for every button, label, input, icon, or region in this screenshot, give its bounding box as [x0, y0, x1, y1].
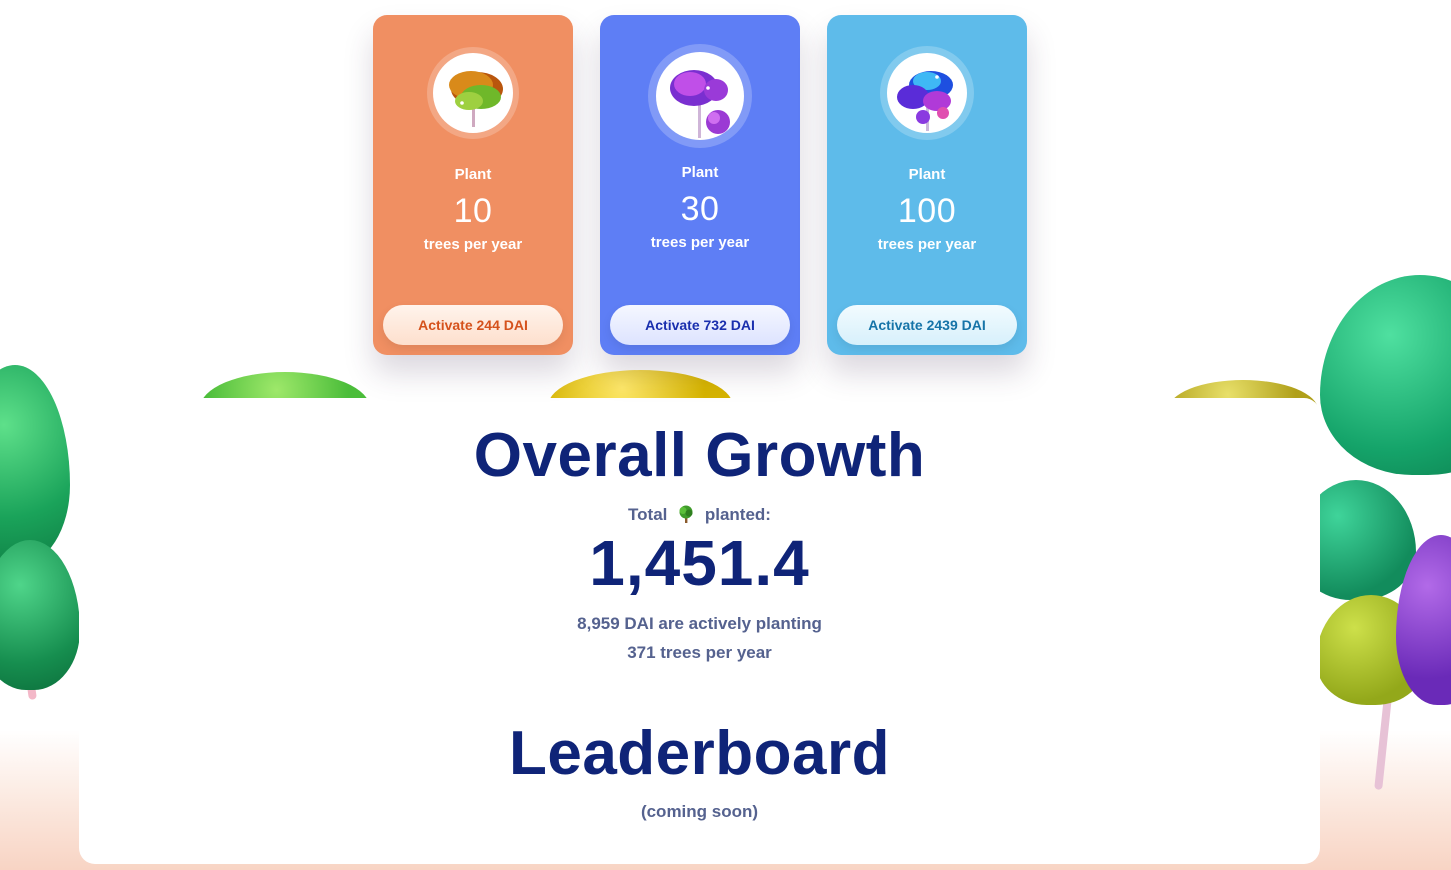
plant-label: Plant — [681, 164, 719, 181]
green-tree-icon — [433, 53, 513, 133]
dai-planting-text: 8,959 DAI are actively planting — [577, 614, 822, 633]
activate-2439-button[interactable]: Activate 2439 DAI — [837, 305, 1017, 345]
overall-growth-title: Overall Growth — [473, 421, 926, 490]
plan-card-10: Plant 10 trees per year Activate 244 DAI — [373, 15, 573, 355]
leaderboard-title: Leaderboard — [508, 719, 891, 788]
avatar-ring — [427, 47, 519, 139]
total-suffix: planted: — [704, 505, 771, 524]
plan-card-100: Plant 100 trees per year Activate 2439 D… — [827, 15, 1027, 355]
right-tree-canopy-top — [1320, 275, 1451, 475]
blue-tree-icon — [887, 53, 967, 133]
trees-per-year-text: 371 trees per year — [627, 643, 772, 662]
activate-732-button[interactable]: Activate 732 DAI — [610, 305, 790, 345]
plant-label: Plant — [908, 166, 946, 183]
plant-unit: trees per year — [423, 236, 523, 253]
plant-label: Plant — [454, 166, 492, 183]
left-tree-canopy — [0, 365, 70, 565]
purple-tree-icon — [656, 52, 744, 140]
growth-panel: Overall Growth Total planted: 1,451.4 8,… — [79, 398, 1320, 864]
left-tree-canopy-lower — [0, 540, 80, 690]
total-prefix: Total — [628, 505, 668, 524]
page: Plant 10 trees per year Activate 244 DAI… — [0, 0, 1451, 870]
plant-unit: trees per year — [650, 234, 750, 251]
total-planted-label: Total planted: — [79, 504, 1320, 525]
leaderboard-coming-soon: (coming soon) — [640, 802, 759, 821]
avatar-ring — [648, 44, 752, 148]
plan-card-30: Plant 30 trees per year Activate 732 DAI — [600, 15, 800, 355]
plant-unit: trees per year — [877, 236, 977, 253]
plant-count: 30 — [680, 190, 720, 228]
plant-count: 10 — [453, 192, 493, 230]
total-planted-value: 1,451.4 — [589, 527, 810, 599]
plant-count: 100 — [897, 192, 957, 230]
activate-244-button[interactable]: Activate 244 DAI — [383, 305, 563, 345]
deciduous-tree-emoji-icon — [676, 504, 696, 524]
avatar-ring — [880, 46, 974, 140]
